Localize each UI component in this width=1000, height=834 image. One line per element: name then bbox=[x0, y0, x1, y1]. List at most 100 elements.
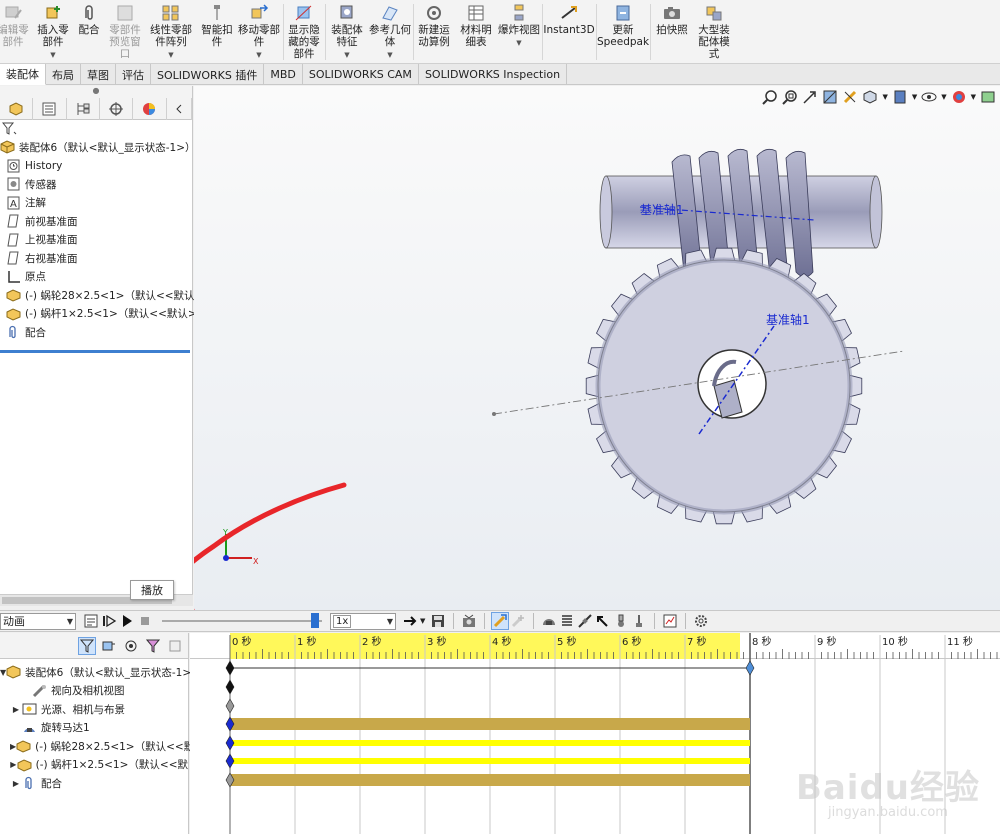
large-assembly-button[interactable]: 大型装配体模式 bbox=[694, 2, 734, 62]
filter-driving-button[interactable] bbox=[100, 637, 118, 655]
force-button[interactable] bbox=[594, 612, 612, 630]
tab-inspection[interactable]: SOLIDWORKS Inspection bbox=[419, 64, 568, 85]
update-speedpak-button[interactable]: 更新Speedpak bbox=[597, 2, 649, 62]
mate-button[interactable]: 配合 bbox=[74, 2, 104, 62]
collapse-all-button[interactable] bbox=[166, 637, 184, 655]
motion-tree-item-view-camera[interactable]: 视向及相机视图 bbox=[0, 682, 188, 701]
play-button[interactable] bbox=[118, 612, 136, 630]
filter-selected-button[interactable] bbox=[122, 637, 140, 655]
slider-thumb[interactable] bbox=[311, 613, 319, 628]
tab-scroll-left[interactable] bbox=[167, 98, 193, 120]
autokey-button[interactable] bbox=[491, 612, 510, 630]
motion-tree-item-worm-gear[interactable]: ▶ (-) 蜗轮28×2.5<1>（默认<<默 bbox=[0, 737, 194, 756]
camera-icon bbox=[664, 7, 680, 19]
move-component-button[interactable]: 移动零部件 ▼ bbox=[238, 2, 280, 62]
tree-item-sensors[interactable]: 传感器 bbox=[0, 175, 192, 194]
tab-sketch[interactable]: 草图 bbox=[81, 64, 116, 85]
motion-tree-root[interactable]: ▼ 装配体6（默认<默认_显示状态-1>） bbox=[0, 663, 202, 682]
results-plots-button[interactable] bbox=[661, 612, 679, 630]
filter-animated-button[interactable] bbox=[78, 636, 96, 655]
chevron-right-icon[interactable]: ▶ bbox=[10, 760, 17, 769]
smart-fasteners-button[interactable]: 智能扣件 bbox=[198, 2, 236, 62]
tab-property-manager[interactable] bbox=[33, 98, 67, 120]
tree-item-front-plane[interactable]: 前视基准面 bbox=[0, 212, 192, 231]
chevron-down-icon[interactable]: ▼ bbox=[344, 49, 349, 61]
linear-pattern-button[interactable]: 线性零部件阵列 ▼ bbox=[146, 2, 196, 62]
contact-button[interactable] bbox=[612, 612, 630, 630]
component-preview-button[interactable]: 零部件预览窗口 bbox=[106, 2, 144, 62]
tree-item-top-plane[interactable]: 上视基准面 bbox=[0, 231, 192, 250]
chevron-down-icon[interactable]: ▼ bbox=[168, 49, 173, 61]
filter-icon[interactable] bbox=[2, 122, 18, 136]
new-motion-study-label: 新建运动算例 bbox=[418, 24, 450, 48]
filter-results-button[interactable] bbox=[144, 637, 162, 655]
chevron-down-icon[interactable]: ▼ bbox=[387, 49, 392, 61]
tree-item-mates[interactable]: 配合 bbox=[0, 323, 192, 342]
tab-feature-manager[interactable] bbox=[0, 98, 34, 120]
animation-wizard-button[interactable] bbox=[460, 612, 478, 630]
tree-rollback-bar[interactable] bbox=[0, 350, 190, 353]
insert-component-button[interactable]: 插入零部件 ▼ bbox=[34, 2, 72, 62]
study-type-select[interactable]: 动画 ▼ bbox=[0, 612, 76, 630]
exploded-view-button[interactable]: 爆炸视图 ▼ bbox=[498, 2, 540, 62]
motion-tree-item-motor[interactable]: 旋转马达1 bbox=[0, 719, 188, 738]
motion-tree-item-mates[interactable]: ▶ 配合 bbox=[0, 774, 188, 793]
tree-item-worm-gear[interactable]: (-) 蜗轮28×2.5<1>（默认<<默认>_ bbox=[0, 286, 209, 305]
gravity-button[interactable] bbox=[630, 612, 648, 630]
chevron-right-icon[interactable]: ▶ bbox=[10, 705, 22, 714]
fastener-icon bbox=[214, 5, 220, 20]
tab-dimxpert[interactable] bbox=[100, 98, 134, 120]
tree-item-worm[interactable]: (-) 蜗杆1×2.5<1>（默认<<默认>_显 bbox=[0, 305, 212, 324]
new-motion-study-button[interactable]: 新建运动算例 bbox=[414, 2, 454, 62]
chevron-down-icon[interactable]: ▼ bbox=[516, 37, 521, 49]
show-hidden-label: 显示隐藏的零部件 bbox=[288, 24, 320, 60]
playback-slider[interactable] bbox=[162, 612, 322, 630]
tab-addins[interactable]: SOLIDWORKS 插件 bbox=[151, 64, 265, 85]
motion-tree-item-lights[interactable]: ▶ 光源、相机与布景 bbox=[0, 700, 188, 719]
playback-mode-button[interactable] bbox=[402, 612, 420, 630]
tab-layout[interactable]: 布局 bbox=[46, 64, 81, 85]
tree-root-assembly[interactable]: 装配体6（默认<默认_显示状态-1>） bbox=[0, 138, 196, 157]
crosshair-icon bbox=[109, 102, 124, 116]
playback-speed-select[interactable]: 1x ▼ bbox=[330, 612, 396, 630]
save-animation-button[interactable] bbox=[429, 612, 447, 630]
instant3d-button[interactable]: Instant3D bbox=[543, 2, 595, 62]
motion-tree-item-worm[interactable]: ▶ (-) 蜗杆1×2.5<1>（默认<<默 bbox=[0, 756, 188, 775]
tab-evaluate[interactable]: 评估 bbox=[116, 64, 151, 85]
tree-item-right-plane[interactable]: 右视基准面 bbox=[0, 249, 192, 268]
snapshot-button[interactable]: 拍快照 bbox=[652, 2, 692, 62]
show-hidden-components-button[interactable]: 显示隐藏的零部件 bbox=[285, 2, 323, 62]
chevron-left-icon bbox=[176, 104, 182, 114]
graphics-area[interactable]: ▼ ▼ ▼ ▼ 基准轴1 基准轴1 Y X bbox=[194, 86, 1000, 610]
tab-configuration-manager[interactable] bbox=[67, 98, 100, 120]
worm-gear-body[interactable] bbox=[585, 247, 863, 525]
worm-gear-model[interactable]: 基准轴1 基准轴1 Y X bbox=[194, 86, 1000, 610]
tree-item-history[interactable]: History bbox=[0, 157, 192, 176]
tab-mbd[interactable]: MBD bbox=[264, 64, 303, 85]
motion-study-properties-button[interactable] bbox=[692, 612, 710, 630]
tree-item-origin[interactable]: 原点 bbox=[0, 268, 192, 287]
motion-study-toolbar: 动画 ▼ 1x ▼ ▼ bbox=[0, 610, 1000, 632]
tree-item-annotations[interactable]: A 注解 bbox=[0, 194, 192, 213]
calculate-button[interactable] bbox=[82, 612, 100, 630]
edit-component-button[interactable]: 编辑零部件 bbox=[0, 2, 30, 62]
spring-button[interactable] bbox=[558, 612, 576, 630]
reference-geometry-button[interactable]: 参考几何体 ▼ bbox=[369, 2, 411, 62]
tree-item-label: 前视基准面 bbox=[25, 215, 78, 228]
chevron-down-icon[interactable]: ▼ bbox=[256, 49, 261, 61]
tab-display-manager[interactable] bbox=[133, 98, 167, 120]
tab-cam[interactable]: SOLIDWORKS CAM bbox=[303, 64, 419, 85]
chevron-right-icon[interactable]: ▶ bbox=[10, 779, 22, 788]
tree-item-label: (-) 蜗杆1×2.5<1>（默认<<默认>_显 bbox=[25, 308, 213, 321]
motor-button[interactable] bbox=[540, 612, 558, 630]
chevron-down-icon[interactable]: ▼ bbox=[50, 49, 55, 61]
panel-grip[interactable]: ● bbox=[0, 86, 192, 98]
tab-assembly[interactable]: 装配体 bbox=[0, 64, 46, 85]
assembly-feature-button[interactable]: 装配体特征 ▼ bbox=[327, 2, 367, 62]
damper-button[interactable] bbox=[576, 612, 594, 630]
bom-button[interactable]: 材料明细表 bbox=[456, 2, 496, 62]
chevron-down-icon[interactable]: ▼ bbox=[420, 617, 425, 625]
play-from-start-button[interactable] bbox=[100, 612, 118, 630]
add-key-button[interactable] bbox=[509, 612, 527, 630]
stop-button[interactable] bbox=[136, 612, 154, 630]
